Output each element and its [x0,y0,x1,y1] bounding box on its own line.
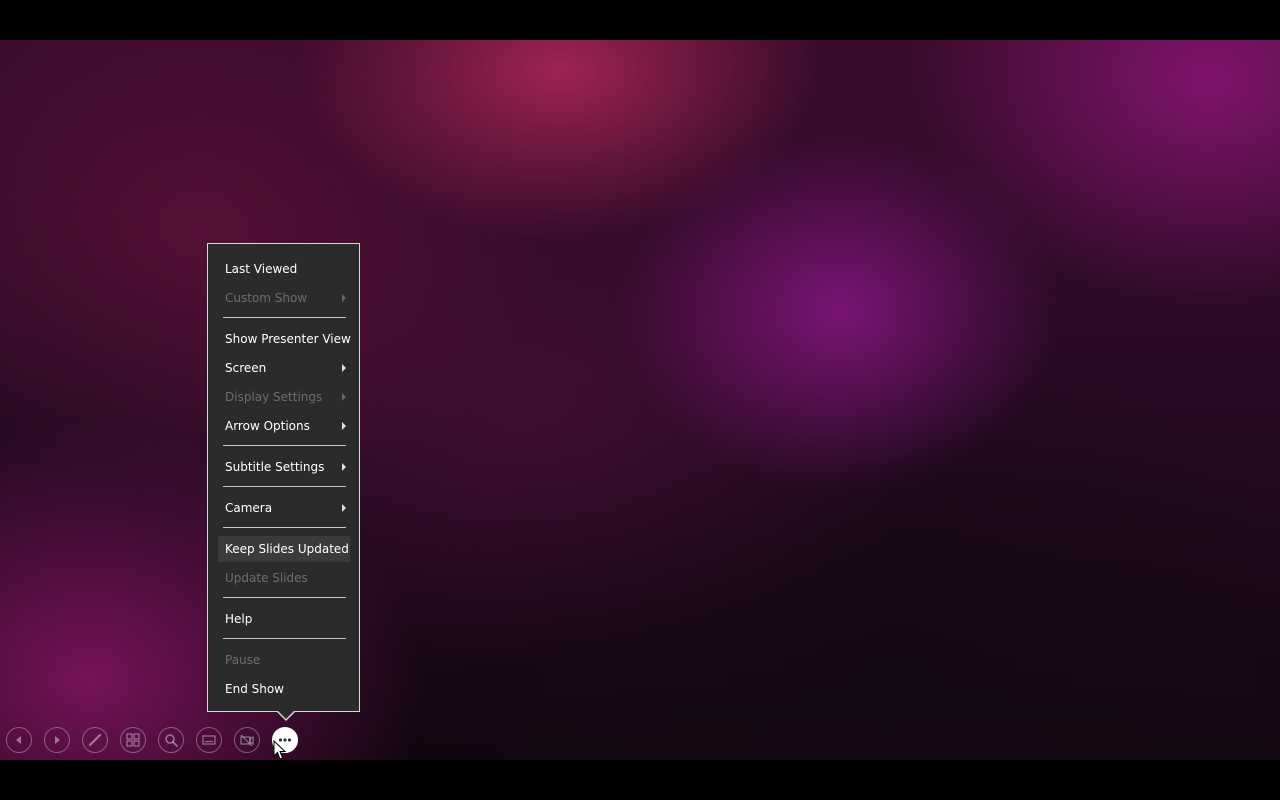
menu-item-help[interactable]: Help [218,606,350,632]
pen-icon [88,733,102,747]
submenu-arrow-icon [342,504,346,512]
menu-item-camera[interactable]: Camera [218,495,350,521]
previous-icon [16,736,21,744]
menu-item-pause: Pause [218,647,350,673]
slideshow-context-menu: Last Viewed Custom Show Show Presenter V… [207,243,360,712]
menu-item-label: Arrow Options [225,419,310,433]
menu-separator [223,527,346,528]
subtitles-button[interactable] [196,727,222,753]
submenu-arrow-icon [342,393,346,401]
menu-item-label: Display Settings [225,390,323,404]
menu-item-label: Help [225,612,253,626]
menu-separator [223,486,346,487]
menu-item-label: Custom Show [225,291,308,305]
menu-item-update-slides: Update Slides [218,565,350,591]
menu-item-label: Screen [225,361,267,375]
see-all-slides-icon [126,733,140,747]
submenu-arrow-icon [342,294,346,302]
mouse-cursor-icon [273,740,287,760]
menu-separator [223,317,346,318]
menu-item-display-settings: Display Settings [218,384,350,410]
menu-pointer-fill [278,711,294,719]
see-all-slides-button[interactable] [120,727,146,753]
menu-item-screen[interactable]: Screen [218,355,350,381]
submenu-arrow-icon [342,422,346,430]
slide-background[interactable] [0,40,1280,760]
menu-separator [223,597,346,598]
subtitles-icon [202,735,216,745]
menu-item-label: Subtitle Settings [225,460,325,474]
next-slide-button[interactable] [44,727,70,753]
pen-tool-button[interactable] [82,727,108,753]
submenu-arrow-icon [342,364,346,372]
menu-item-label: Show Presenter View [225,332,351,346]
menu-item-label: Camera [225,501,273,515]
menu-item-label: Keep Slides Updated [225,542,349,556]
submenu-arrow-icon [342,463,346,471]
menu-item-last-viewed[interactable]: Last Viewed [218,256,350,282]
menu-item-end-show[interactable]: End Show [218,676,350,702]
letterbox-top [0,0,1280,40]
menu-item-label: Update Slides [225,571,308,585]
previous-slide-button[interactable] [6,727,32,753]
letterbox-bottom [0,760,1280,800]
zoom-icon [165,734,178,747]
menu-item-label: Last Viewed [225,262,298,276]
menu-separator [223,445,346,446]
menu-item-label: Pause [225,653,261,667]
menu-item-show-presenter-view[interactable]: Show Presenter View [218,326,351,352]
zoom-button[interactable] [158,727,184,753]
menu-item-custom-show: Custom Show [218,285,350,311]
menu-item-keep-slides-updated[interactable]: Keep Slides Updated [218,536,350,562]
menu-item-label: End Show [225,682,284,696]
menu-separator [223,638,346,639]
camera-toggle-button[interactable] [234,727,260,753]
menu-item-subtitle-settings[interactable]: Subtitle Settings [218,454,350,480]
camera-off-icon [240,734,254,747]
next-icon [55,736,60,744]
menu-item-arrow-options[interactable]: Arrow Options [218,413,350,439]
